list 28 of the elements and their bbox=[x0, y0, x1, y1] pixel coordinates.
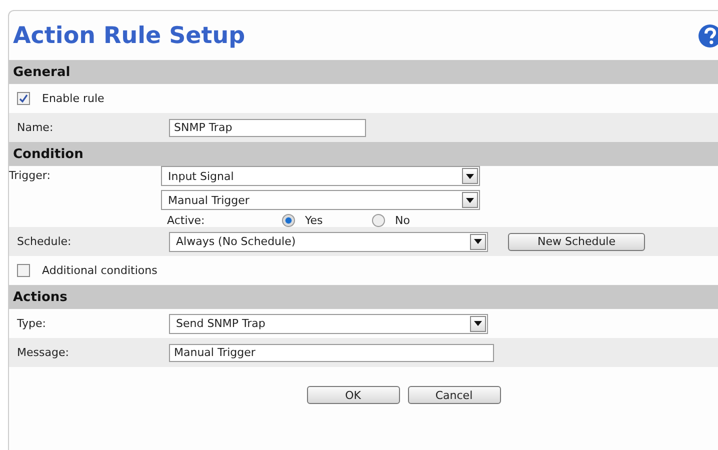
section-header: Actions bbox=[9, 285, 718, 309]
checkbox[interactable] bbox=[17, 264, 30, 277]
text-input[interactable]: Manual Trigger bbox=[169, 344, 494, 362]
section-header: General bbox=[9, 60, 718, 84]
radio-label: No bbox=[395, 214, 410, 227]
checkbox-label: Additional conditions bbox=[42, 264, 158, 277]
radio-button[interactable] bbox=[282, 214, 295, 227]
help-icon[interactable] bbox=[698, 24, 718, 48]
ok-button[interactable]: OK bbox=[306, 386, 400, 404]
field-label: Type: bbox=[17, 317, 47, 330]
field-label: Trigger: bbox=[9, 168, 52, 182]
page-title: Action Rule Setup bbox=[13, 22, 246, 48]
text-input[interactable]: SNMP Trap bbox=[169, 118, 366, 136]
radio-label: Yes bbox=[305, 214, 323, 227]
field-label: Schedule: bbox=[17, 235, 72, 248]
radio-button[interactable] bbox=[372, 214, 385, 227]
cancel-button[interactable]: Cancel bbox=[408, 386, 500, 404]
dropdown-select[interactable]: Send SNMP Trap bbox=[169, 314, 488, 334]
new-schedule-button[interactable]: New Schedule bbox=[508, 232, 645, 250]
field-label: Message: bbox=[17, 346, 70, 359]
field-label: Name: bbox=[17, 121, 54, 134]
dropdown-select[interactable]: Always (No Schedule) bbox=[169, 232, 488, 252]
checkbox[interactable] bbox=[17, 92, 30, 105]
section-header: Condition bbox=[9, 142, 718, 166]
field-label: Active: bbox=[166, 214, 206, 227]
dropdown-select[interactable]: Input Signal bbox=[161, 166, 480, 186]
dropdown-select[interactable]: Manual Trigger bbox=[161, 190, 480, 210]
checkbox-label: Enable rule bbox=[42, 92, 104, 105]
